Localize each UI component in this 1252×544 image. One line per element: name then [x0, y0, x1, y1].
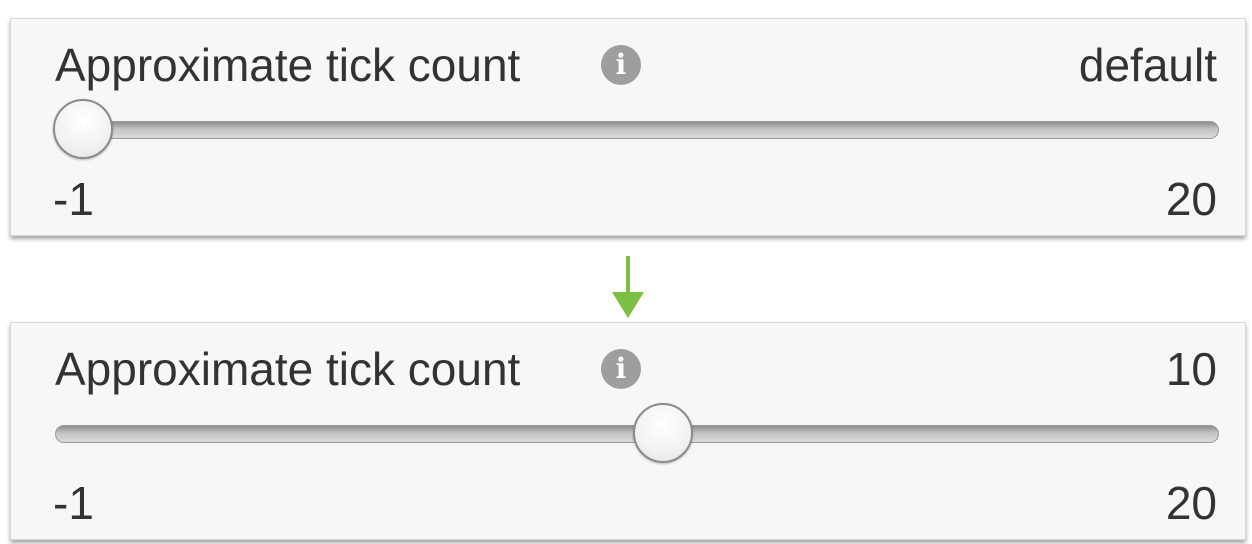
- slider-max-label: 20: [1165, 477, 1217, 529]
- tick-count-slider-panel-after: Approximate tick count i 10 -1 20: [10, 322, 1246, 540]
- slider-thumb[interactable]: [53, 99, 113, 159]
- slider-thumb[interactable]: [633, 403, 694, 463]
- slider-current-value: 10: [1165, 343, 1217, 395]
- arrow-head: [612, 292, 644, 318]
- info-icon[interactable]: i: [601, 349, 641, 389]
- slider-min-label: -1: [53, 173, 94, 225]
- slider-label: Approximate tick count: [55, 39, 521, 91]
- info-icon[interactable]: i: [601, 45, 641, 85]
- slider-min-label: -1: [53, 477, 94, 529]
- slider-max-label: 20: [1165, 173, 1217, 225]
- slider-current-value: default: [1078, 39, 1217, 91]
- slider-label: Approximate tick count: [55, 343, 521, 395]
- arrow-down-icon: [612, 256, 644, 318]
- slider-track[interactable]: [55, 121, 1219, 139]
- tick-count-slider-panel-before: Approximate tick count i default -1 20: [10, 18, 1246, 236]
